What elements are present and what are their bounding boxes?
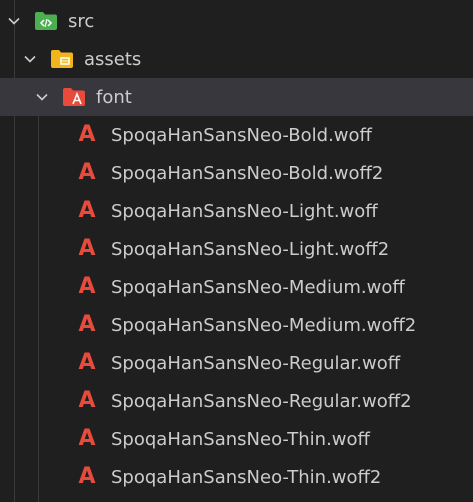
- file-label: SpoqaHanSansNeo-Light.woff: [111, 200, 378, 222]
- font-file-icon: A: [78, 160, 96, 185]
- font-file-icon: A: [78, 198, 96, 223]
- font-file-icon: A: [78, 350, 96, 375]
- font-file-icon: A: [78, 236, 96, 261]
- file-item[interactable]: A SpoqaHanSansNeo-Light.woff2: [0, 230, 473, 268]
- file-label: SpoqaHanSansNeo-Medium.woff: [111, 276, 405, 298]
- file-label: SpoqaHanSansNeo-Thin.woff: [111, 428, 370, 450]
- folder-font[interactable]: font: [0, 78, 473, 116]
- folder-assets[interactable]: assets: [0, 40, 473, 78]
- file-item[interactable]: A SpoqaHanSansNeo-Bold.woff2: [0, 154, 473, 192]
- file-label: SpoqaHanSansNeo-Light.woff2: [111, 238, 390, 260]
- folder-label: font: [96, 86, 132, 108]
- file-item[interactable]: A SpoqaHanSansNeo-Bold.woff: [0, 116, 473, 154]
- assets-folder-icon: [50, 49, 74, 69]
- code-folder-icon: [34, 11, 58, 31]
- file-item[interactable]: A SpoqaHanSansNeo-Medium.woff: [0, 268, 473, 306]
- file-label: SpoqaHanSansNeo-Regular.woff2: [111, 390, 412, 412]
- file-item[interactable]: A SpoqaHanSansNeo-Thin.woff2: [0, 458, 473, 496]
- chevron-down-icon[interactable]: [6, 13, 22, 29]
- folder-label: src: [68, 10, 95, 32]
- file-explorer-tree: src assets font A SpoqaHanSansNeo-Bold.w…: [0, 0, 473, 502]
- file-item[interactable]: A SpoqaHanSansNeo-Medium.woff2: [0, 306, 473, 344]
- font-file-icon: A: [78, 122, 96, 147]
- font-file-icon: A: [78, 274, 96, 299]
- font-file-icon: A: [78, 312, 96, 337]
- file-label: SpoqaHanSansNeo-Regular.woff: [111, 352, 401, 374]
- file-label: SpoqaHanSansNeo-Medium.woff2: [111, 314, 417, 336]
- file-item[interactable]: A SpoqaHanSansNeo-Regular.woff2: [0, 382, 473, 420]
- folder-src[interactable]: src: [0, 2, 473, 40]
- file-item[interactable]: A SpoqaHanSansNeo-Light.woff: [0, 192, 473, 230]
- chevron-down-icon[interactable]: [22, 51, 38, 67]
- file-label: SpoqaHanSansNeo-Thin.woff2: [111, 466, 382, 488]
- font-file-icon: A: [78, 464, 96, 489]
- file-label: SpoqaHanSansNeo-Bold.woff: [111, 124, 372, 146]
- font-file-icon: A: [78, 388, 96, 413]
- chevron-down-icon[interactable]: [34, 89, 50, 105]
- font-folder-icon: [62, 87, 86, 107]
- file-label: SpoqaHanSansNeo-Bold.woff2: [111, 162, 384, 184]
- folder-label: assets: [84, 48, 142, 70]
- file-item[interactable]: A SpoqaHanSansNeo-Regular.woff: [0, 344, 473, 382]
- file-item[interactable]: A SpoqaHanSansNeo-Thin.woff: [0, 420, 473, 458]
- font-file-icon: A: [78, 426, 96, 451]
